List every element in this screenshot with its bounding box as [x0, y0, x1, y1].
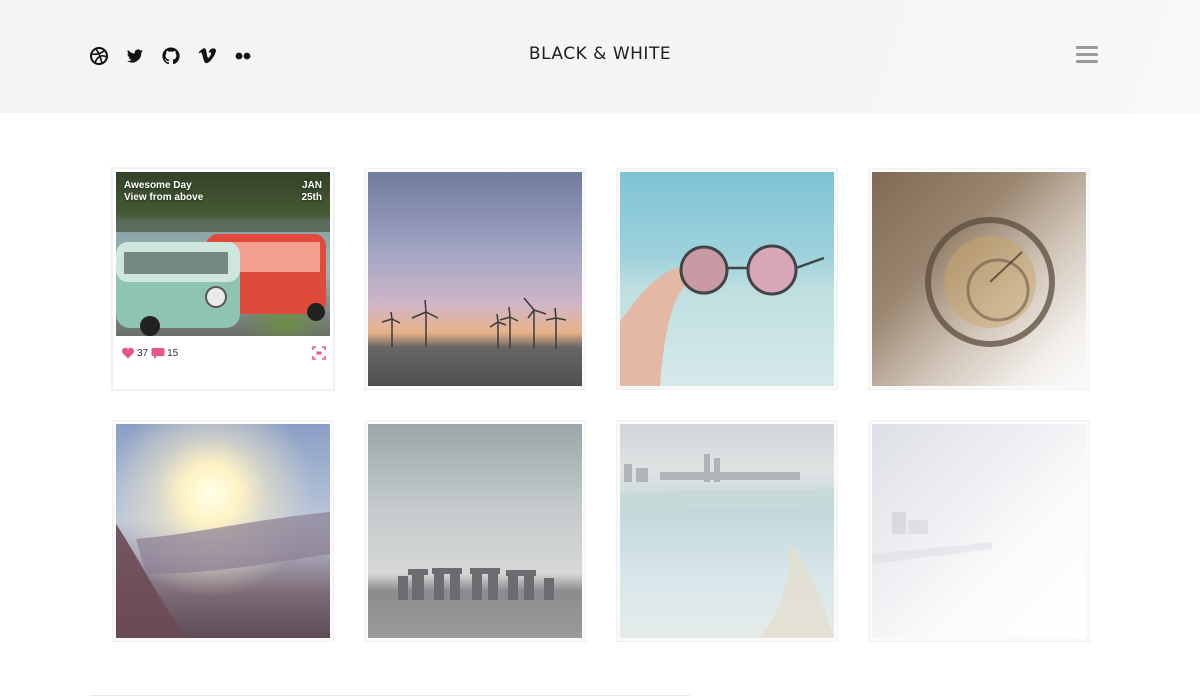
hamburger-menu-icon[interactable]: [1076, 46, 1100, 66]
expand-icon[interactable]: [311, 345, 327, 361]
photo-sunglasses: [620, 172, 834, 386]
date-day: 25th: [301, 192, 322, 203]
photo-sun-hills: [116, 424, 330, 638]
date-month: JAN: [301, 180, 322, 191]
photo-date: JAN 25th: [301, 180, 322, 204]
photo-card-8[interactable]: [869, 421, 1089, 641]
likes-count: 37: [137, 347, 149, 359]
faded-illustration: [872, 512, 992, 564]
photo-card-4[interactable]: [869, 169, 1089, 389]
photo-stonehenge: [368, 424, 582, 638]
caption-subtitle: View from above: [124, 192, 204, 203]
comments-count: 15: [167, 347, 179, 359]
site-header: BLACK & WHITE: [0, 0, 1200, 113]
photo-card-5[interactable]: [113, 421, 333, 641]
footer-divider: [90, 695, 690, 696]
photo-card-2[interactable]: [365, 169, 585, 389]
heart-icon[interactable]: [121, 346, 135, 360]
photo-card-7[interactable]: [617, 421, 837, 641]
turbines-illustration: [381, 297, 567, 349]
photo-card-6[interactable]: [365, 421, 585, 641]
clock-illustration: [925, 217, 1055, 347]
photo-vw-buses: Awesome Day View from above JAN 25th: [116, 172, 330, 336]
photo-meta: 37 15: [121, 345, 327, 361]
hills-illustration: [116, 512, 330, 638]
photo-beach-city: [620, 424, 834, 638]
photo-wind-turbines: [368, 172, 582, 386]
photo-caption: Awesome Day View from above: [124, 180, 203, 204]
photo-astronomical-clock: [872, 172, 1086, 386]
photo-faded-coast: [872, 424, 1086, 638]
site-title[interactable]: BLACK & WHITE: [0, 44, 1200, 64]
stonehenge-illustration: [398, 568, 554, 600]
photo-card-3[interactable]: [617, 169, 837, 389]
caption-title: Awesome Day: [124, 180, 192, 191]
comment-icon[interactable]: [151, 346, 165, 360]
beach-illustration: [620, 454, 834, 638]
photo-card-featured[interactable]: Awesome Day View from above JAN 25th 37 …: [113, 169, 333, 389]
sunglasses-illustration: [620, 244, 825, 386]
